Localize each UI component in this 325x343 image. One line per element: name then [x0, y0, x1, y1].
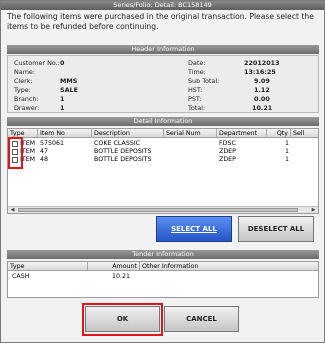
select-all-button[interactable]: SELECT ALL	[156, 216, 232, 242]
cancel-button[interactable]: CANCEL	[164, 306, 239, 332]
pst-value: 0.00	[254, 95, 270, 103]
detail-table-header: Type Item No Description Serial Num Depa…	[8, 129, 318, 138]
deselect-all-button[interactable]: DESELECT ALL	[238, 216, 314, 242]
hst-value: 1.12	[254, 86, 270, 94]
tender-info-title: Tender Information	[7, 250, 319, 259]
type-value: SALE	[60, 86, 78, 94]
tender-col-other-header[interactable]: Other Information	[140, 262, 318, 271]
header-info-panel: Customer No.: 0 Name: Clerk: MMS Type: S…	[7, 55, 319, 113]
instructions-text: The following items were purchased in th…	[7, 12, 314, 31]
col-serial-header[interactable]: Serial Num	[164, 129, 217, 138]
customer-no-value: 0	[60, 59, 65, 67]
table-row[interactable]: ITEM 575061 COKE CLASSIC FDSC 1	[8, 140, 318, 148]
ok-button-highlight	[82, 303, 163, 336]
detail-horizontal-scrollbar[interactable]: ◀ ▶	[8, 206, 318, 213]
col-sell-header[interactable]: Sell	[291, 129, 318, 138]
scroll-left-icon[interactable]: ◀	[9, 207, 16, 213]
detail-items-table[interactable]: Type Item No Description Serial Num Depa…	[7, 128, 319, 214]
table-row[interactable]: ITEM 47 BOTTLE DEPOSITS ZDEP 1	[8, 148, 318, 156]
clerk-value: MMS	[60, 77, 78, 85]
refund-detail-window: Series/Folio: Detail: BC158149 The follo…	[0, 0, 325, 343]
subtotal-value: 9.09	[254, 77, 270, 85]
header-info-title: Header Information	[7, 45, 319, 54]
time-value: 13:16:25	[244, 68, 276, 76]
total-value: 10.21	[252, 104, 273, 112]
window-title: Series/Folio: Detail: BC158149	[1, 1, 324, 10]
checkbox-highlight	[8, 137, 23, 169]
col-description-header[interactable]: Description	[92, 129, 164, 138]
col-item-no-header[interactable]: Item No	[38, 129, 92, 138]
tender-table-header: Type Amount Other Information	[8, 262, 318, 271]
tender-col-type-header[interactable]: Type	[8, 262, 88, 271]
branch-value: 1	[60, 95, 65, 103]
date-value: 22012013	[244, 59, 280, 67]
scroll-right-icon[interactable]: ▶	[310, 207, 317, 213]
detail-info-title: Detail Information	[7, 117, 319, 126]
col-department-header[interactable]: Department	[217, 129, 267, 138]
table-row[interactable]: CASH 10.21	[8, 273, 318, 281]
drawer-value: 1	[60, 104, 65, 112]
scroll-thumb[interactable]	[18, 208, 298, 212]
table-row[interactable]: ITEM 48 BOTTLE DEPOSITS ZDEP 1	[8, 156, 318, 164]
tender-table[interactable]: Type Amount Other Information CASH 10.21	[7, 261, 319, 298]
tender-col-amount-header[interactable]: Amount	[88, 262, 140, 271]
col-qty-header[interactable]: Qty	[267, 129, 291, 138]
